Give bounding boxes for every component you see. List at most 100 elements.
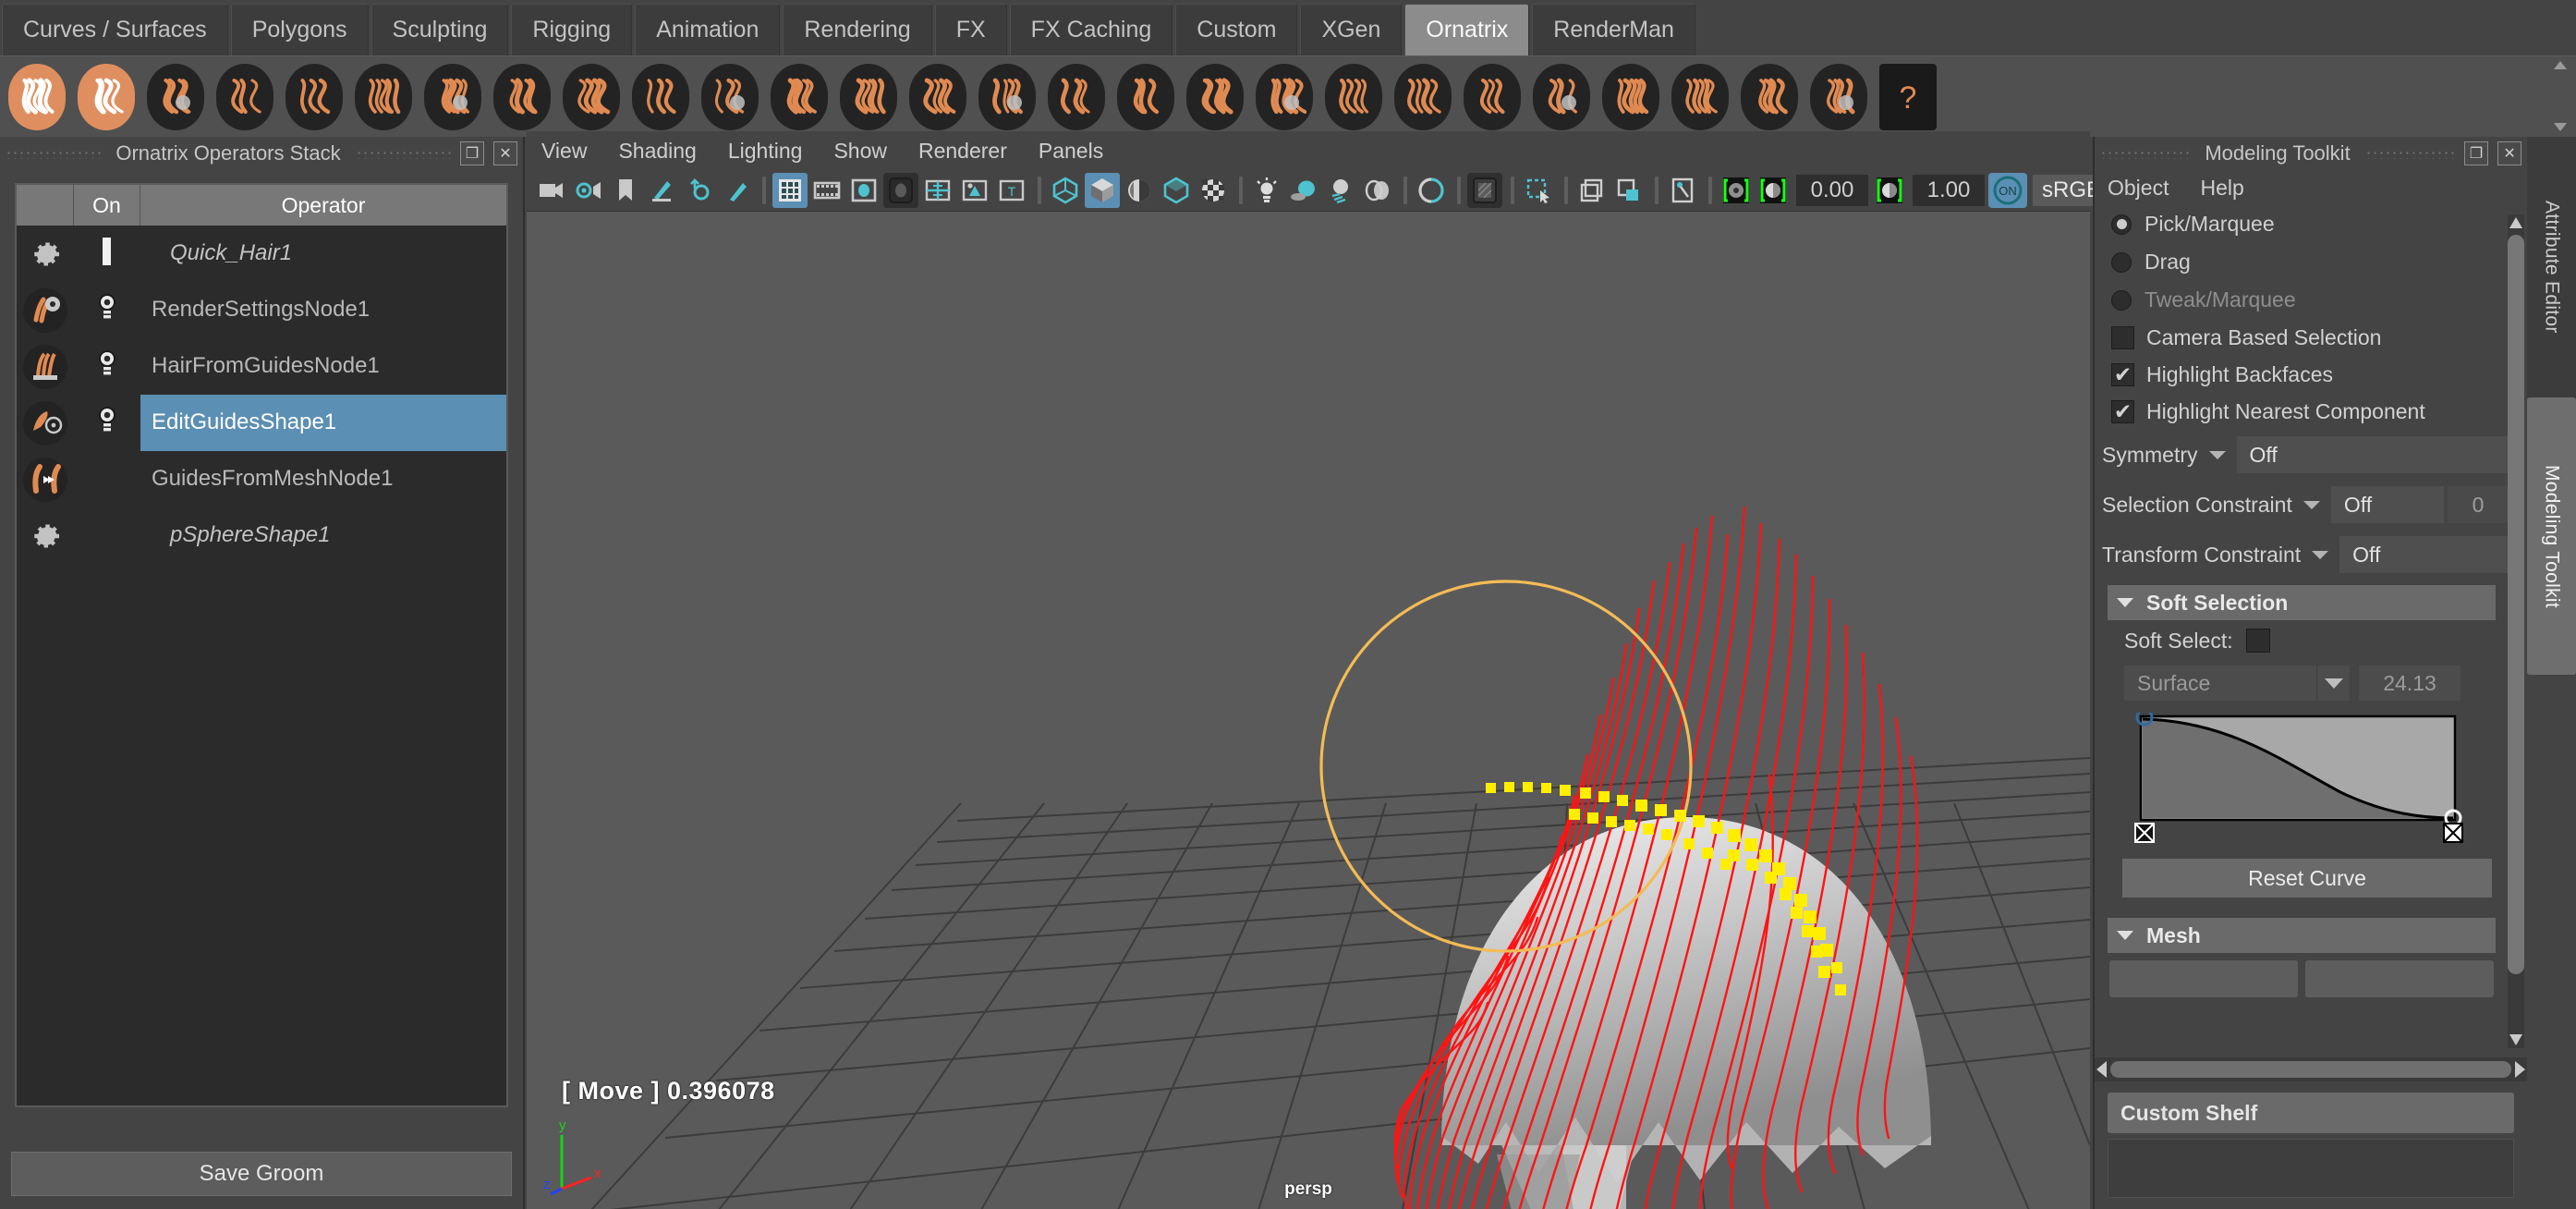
- field-chart-icon[interactable]: [920, 173, 955, 208]
- mt-hscroll-thumb[interactable]: [2110, 1061, 2511, 1078]
- side-tab-modeling-toolkit[interactable]: Modeling Toolkit: [2527, 397, 2576, 675]
- operator-name-cell[interactable]: Quick_Hair1: [140, 226, 506, 282]
- wireframe-on-shaded-icon[interactable]: [1159, 173, 1194, 208]
- guides-from-mesh-icon[interactable]: [281, 62, 347, 132]
- lighting-icon[interactable]: [1249, 173, 1284, 208]
- add-hair-from-mesh-icon[interactable]: [73, 62, 140, 132]
- gear-icon[interactable]: [23, 514, 67, 558]
- gamma-icon[interactable]: [1872, 173, 1907, 208]
- safe-title-icon[interactable]: T: [994, 173, 1029, 208]
- screen-space-ao-icon[interactable]: [1323, 173, 1358, 208]
- braid-icon[interactable]: [1598, 62, 1664, 132]
- shelf-tab-ornatrix[interactable]: Ornatrix: [1404, 4, 1530, 55]
- shelf-tab-rendering[interactable]: Rendering: [783, 4, 932, 55]
- smooth-shade-textured-icon[interactable]: [1122, 173, 1157, 208]
- motion-blur-icon[interactable]: [1360, 173, 1395, 208]
- mt-scroll-up-icon[interactable]: [2508, 214, 2524, 231]
- shelf-tab-rigging[interactable]: Rigging: [511, 4, 633, 55]
- bookmark-icon[interactable]: [608, 173, 643, 208]
- panel-drag-grip-left[interactable]: [6, 148, 102, 159]
- shelf-tab-sculpting[interactable]: Sculpting: [371, 4, 509, 55]
- mesh-section-header[interactable]: Mesh: [2108, 918, 2496, 953]
- hair-from-guides-arrow-icon[interactable]: [212, 62, 278, 132]
- isolate-select-icon[interactable]: [1611, 173, 1646, 208]
- field-value[interactable]: Off: [2330, 486, 2444, 523]
- strand-flow-icon[interactable]: [1667, 62, 1733, 132]
- radio-button[interactable]: [2111, 289, 2132, 311]
- option-highlight-backfaces[interactable]: ✔ Highlight Backfaces: [2095, 356, 2509, 393]
- panel-drag-grip-right[interactable]: [355, 148, 451, 159]
- bulb-icon[interactable]: [95, 348, 119, 385]
- operator-row[interactable]: Quick_Hair1: [17, 226, 506, 282]
- custom-shelf-body[interactable]: [2108, 1139, 2514, 1198]
- shelf-tab-xgen[interactable]: XGen: [1300, 4, 1403, 55]
- strand-symmetry-icon[interactable]: [1736, 62, 1803, 132]
- mesh-tool-button-1[interactable]: [2109, 960, 2298, 997]
- camera-icon[interactable]: [534, 173, 569, 208]
- viewport-menu-shading[interactable]: Shading: [618, 139, 696, 164]
- smooth-shade-icon[interactable]: [1085, 173, 1120, 208]
- bulb-icon[interactable]: [95, 292, 119, 328]
- strand-detail-icon[interactable]: [1459, 62, 1525, 132]
- guides-strands-icon[interactable]: [142, 62, 209, 132]
- operator-row[interactable]: RenderSettingsNode1: [17, 282, 506, 338]
- xray-joints-icon[interactable]: [1574, 173, 1610, 208]
- operator-enable-cell[interactable]: [74, 292, 140, 328]
- mt-menu-help[interactable]: Help: [2200, 176, 2243, 201]
- operator-name-cell[interactable]: HairFromGuidesNode1: [140, 338, 506, 395]
- falloff-curve-editor[interactable]: [2128, 708, 2486, 849]
- gear-icon[interactable]: [23, 232, 67, 276]
- clump-icon[interactable]: [697, 62, 763, 132]
- shelf-scroll-controls[interactable]: [2548, 57, 2572, 135]
- mt-drag-grip-left[interactable]: [2100, 148, 2191, 159]
- shelf-scroll-down-icon[interactable]: [2554, 123, 2567, 131]
- operator-row[interactable]: pSphereShape1: [17, 507, 506, 564]
- shelf-tab-renderman[interactable]: RenderMan: [1532, 4, 1695, 55]
- operator-enable-cell[interactable]: [74, 405, 140, 441]
- select-mode-tweak-marquee[interactable]: Tweak/Marquee: [2095, 281, 2509, 319]
- falloff-mode-dropdown-arrow[interactable]: [2316, 666, 2350, 701]
- mt-restore-icon[interactable]: ❐: [2464, 141, 2489, 165]
- mt-menu-object[interactable]: Object: [2108, 176, 2169, 201]
- paint-icon[interactable]: [645, 173, 680, 208]
- checkbox[interactable]: ✔: [2111, 399, 2134, 423]
- propagation-icon[interactable]: [905, 62, 971, 132]
- shelf-tab-polygons[interactable]: Polygons: [230, 4, 369, 55]
- bulb-icon[interactable]: [95, 405, 119, 441]
- operator-name-cell[interactable]: GuidesFromMeshNode1: [140, 451, 506, 507]
- save-groom-button[interactable]: Save Groom: [11, 1152, 512, 1196]
- radio-button[interactable]: [2111, 251, 2132, 273]
- select-mode-drag[interactable]: Drag: [2095, 243, 2509, 281]
- length-icon[interactable]: [835, 62, 902, 132]
- soft-select-checkbox[interactable]: [2245, 629, 2270, 653]
- symmetry-icon[interactable]: [1320, 62, 1387, 132]
- option-camera-based-selection[interactable]: Camera Based Selection: [2095, 319, 2509, 356]
- shadows-icon[interactable]: [1286, 173, 1321, 208]
- color-management-toggle[interactable]: ON: [1988, 173, 2027, 208]
- exposure-value-field[interactable]: 0.00: [1796, 175, 1868, 206]
- comb-icon[interactable]: [974, 62, 1040, 132]
- mesh-from-strands-icon[interactable]: [1390, 62, 1456, 132]
- pencil-icon[interactable]: [719, 173, 754, 208]
- resolution-gate-icon[interactable]: [846, 173, 881, 208]
- wireframe-icon[interactable]: [1048, 173, 1083, 208]
- restore-icon[interactable]: ❐: [460, 141, 484, 165]
- operator-row[interactable]: EditGuidesShape1: [17, 395, 506, 451]
- add-hair-icon[interactable]: [4, 62, 70, 132]
- select-mode-pick-marquee[interactable]: Pick/Marquee: [2095, 205, 2509, 243]
- viewport-menu-lighting[interactable]: Lighting: [728, 139, 803, 164]
- checkbox[interactable]: [2111, 325, 2134, 349]
- radio-button[interactable]: [2111, 214, 2132, 235]
- falloff-mode-select[interactable]: Surface: [2124, 666, 2316, 701]
- hair-shader-icon[interactable]: [1805, 62, 1872, 132]
- shelf-tab-curves-surfaces[interactable]: Curves / Surfaces: [2, 4, 228, 55]
- mt-scroll-down-icon[interactable]: [2508, 1032, 2524, 1048]
- field-value[interactable]: Off: [2236, 436, 2509, 473]
- multiplier-icon[interactable]: [489, 62, 555, 132]
- frizz-icon[interactable]: [558, 62, 625, 132]
- operator-name-cell[interactable]: RenderSettingsNode1: [140, 282, 506, 338]
- falloff-radius-field[interactable]: 24.13: [2359, 666, 2461, 701]
- film-gate-icon[interactable]: [809, 173, 844, 208]
- viewport-3d-canvas[interactable]: y x z [ Move ] 0.396078 persp: [527, 211, 2090, 1209]
- chevron-down-icon[interactable]: [2208, 450, 2226, 459]
